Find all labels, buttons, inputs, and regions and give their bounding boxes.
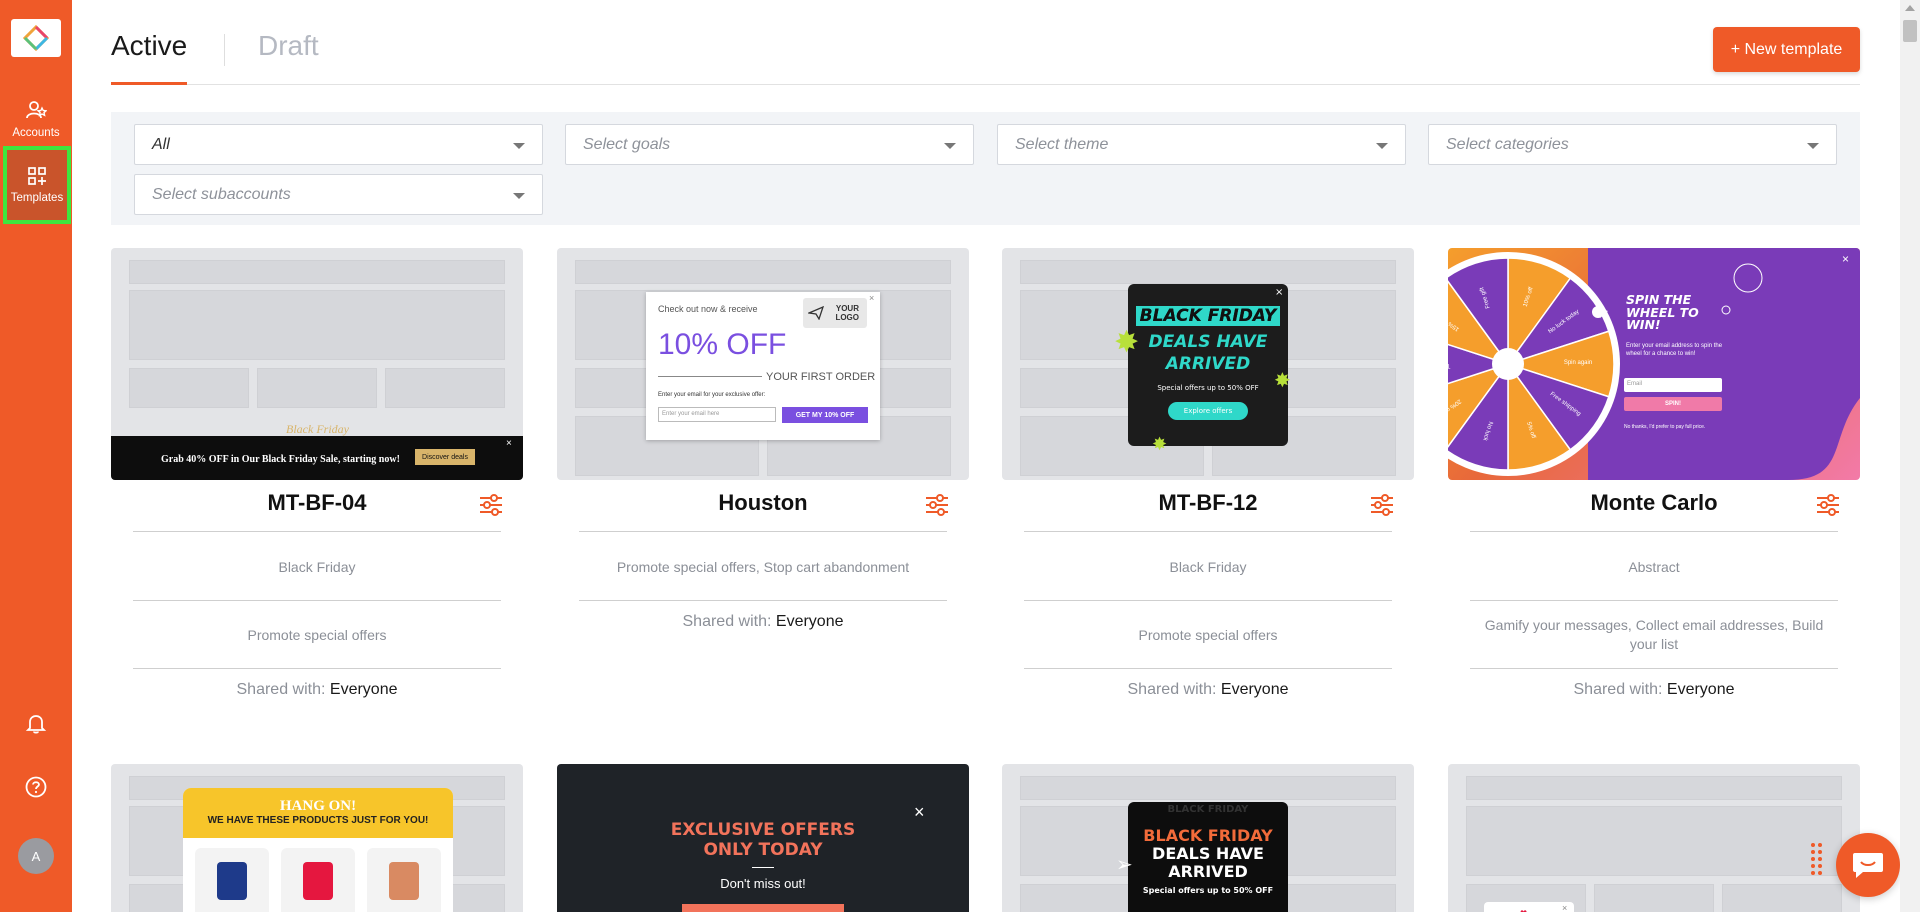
sidebar-item-templates[interactable]: Templates (3, 146, 71, 224)
page-scrollbar[interactable] (1900, 0, 1920, 912)
templates-icon (28, 167, 46, 185)
tab-divider (224, 34, 225, 66)
template-preview[interactable]: Check out now & receive YOUR LOGO × 10% … (557, 248, 969, 480)
bf12-popup: BLACK FRIDAY DEALS HAVE ARRIVED Special … (1128, 284, 1288, 446)
shared-with: Shared with: Everyone (682, 613, 844, 630)
chat-button[interactable] (1836, 833, 1900, 897)
hangon-popup: HANG ON! WE HAVE THESE PRODUCTS JUST FOR… (183, 788, 453, 912)
paper-plane-icon: ➢ (1116, 854, 1133, 876)
chevron-down-icon (513, 193, 525, 199)
wheel-headline: SPIN THE WHEEL TO WIN! (1626, 292, 1699, 332)
close-icon: × (869, 293, 875, 303)
theme-select-placeholder: Select theme (1015, 135, 1109, 153)
sidebar-item-label: Accounts (12, 127, 60, 139)
settings-sliders-icon[interactable] (925, 494, 949, 521)
bell-icon (25, 715, 47, 734)
bag-icon (389, 862, 419, 900)
houston-popup: Check out now & receive YOUR LOGO × 10% … (646, 292, 880, 440)
accounts-icon (26, 101, 47, 119)
bag-icon (303, 862, 333, 900)
shared-with: Shared with: Everyone (236, 681, 398, 698)
wheel-slice-label: Spin again (1564, 360, 1592, 366)
close-icon: × (1562, 903, 1568, 912)
wheel-slice-label: Try again (1448, 362, 1450, 368)
help-button[interactable] (0, 775, 72, 799)
bf-cta: Discover deals (415, 449, 475, 465)
sidebar-item-accounts[interactable]: Accounts (0, 82, 72, 156)
shared-with-value: Everyone (1666, 681, 1735, 698)
bf-brand: Black Friday (286, 422, 349, 436)
shared-with-value: Everyone (329, 681, 398, 698)
bag-icon (217, 862, 247, 900)
template-preview[interactable]: EXCLUSIVE OFFERS ONLY TODAY Don't miss o… (557, 764, 969, 912)
sidebar: Accounts Templates A (0, 0, 72, 912)
tab-bar: Active Draft (111, 0, 1860, 85)
goals-select[interactable]: Select goals (565, 124, 974, 165)
new-template-button[interactable]: + New template (1713, 27, 1860, 72)
template-preview[interactable]: ♥ × (1448, 764, 1860, 912)
type-select-value: All (152, 135, 170, 153)
app-logo[interactable] (11, 19, 61, 57)
question-circle-icon (25, 776, 47, 798)
shared-with: Shared with: Everyone (1127, 681, 1289, 698)
template-title: Monte Carlo (1590, 490, 1718, 515)
settings-sliders-icon[interactable] (1370, 494, 1394, 521)
tab-active[interactable]: Active (111, 30, 188, 85)
template-theme: Promote special offers, Stop cart abando… (616, 559, 910, 575)
chevron-down-icon (1376, 143, 1388, 149)
close-icon: × (1275, 287, 1284, 298)
bf-popup-2: BLACK FRIDAY BLACK FRIDAY DEALS HAVE ARR… (1128, 802, 1288, 912)
chevron-down-icon (513, 143, 525, 149)
chevron-down-icon (1807, 143, 1819, 149)
tab-draft[interactable]: Draft (258, 30, 319, 62)
heart-icon: ♥ (1520, 906, 1527, 912)
star-burst-icon: ✸ (1274, 370, 1291, 392)
star-burst-icon: ✸ (1114, 326, 1140, 359)
star-burst-icon: ✸ (1152, 434, 1168, 454)
notifications-button[interactable] (0, 712, 72, 734)
template-goals: Promote special offers (247, 627, 387, 643)
template-preview[interactable]: HANG ON! WE HAVE THESE PRODUCTS JUST FOR… (111, 764, 523, 912)
template-theme: Abstract (1628, 559, 1680, 575)
chat-drag-handle[interactable] (1811, 843, 1825, 877)
settings-sliders-icon[interactable] (1816, 494, 1840, 521)
template-preview[interactable]: BLACK FRIDAY DEALS HAVE ARRIVED Special … (1002, 248, 1414, 480)
type-select[interactable]: All (134, 124, 543, 165)
avatar[interactable]: A (18, 838, 54, 874)
goals-select-placeholder: Select goals (583, 135, 671, 153)
categories-select-placeholder: Select categories (1446, 135, 1569, 153)
shared-with-value: Everyone (775, 613, 844, 630)
bf-banner: Black Friday Grab 40% OFF in Our Black F… (111, 422, 523, 480)
template-theme: Black Friday (1169, 559, 1247, 575)
filters-panel: All Select goals Select theme Select cat… (111, 112, 1860, 225)
scroll-thumb[interactable] (1903, 20, 1917, 42)
categories-select[interactable]: Select categories (1428, 124, 1837, 165)
subaccounts-select-placeholder: Select subaccounts (152, 185, 291, 203)
close-icon: × (914, 802, 925, 822)
close-icon: × (1842, 252, 1850, 266)
template-preview[interactable]: BLACK FRIDAY BLACK FRIDAY DEALS HAVE ARR… (1002, 764, 1414, 912)
template-title: MT-BF-04 (267, 490, 367, 515)
subaccounts-select[interactable]: Select subaccounts (134, 174, 543, 215)
template-title: MT-BF-12 (1158, 490, 1258, 515)
template-goals: Gamify your messages, Collect email addr… (1484, 617, 1824, 652)
template-goals: Promote special offers (1138, 627, 1278, 643)
sidebar-item-label: Templates (10, 192, 64, 204)
theme-select[interactable]: Select theme (997, 124, 1406, 165)
bf-text: Grab 40% OFF in Our Black Friday Sale, s… (161, 454, 400, 465)
logo-icon (23, 25, 49, 51)
chevron-down-icon (944, 143, 956, 149)
shared-with-value: Everyone (1220, 681, 1289, 698)
template-title: Houston (718, 490, 808, 515)
scroll-up-arrow-icon[interactable] (1905, 5, 1915, 11)
template-preview[interactable]: 10% off No luck today Spin again Free shipp… (1448, 248, 1860, 480)
template-theme: Black Friday (278, 559, 356, 575)
settings-sliders-icon[interactable] (479, 494, 503, 521)
close-icon: × (506, 438, 512, 449)
chat-bubble-icon (1853, 853, 1883, 878)
shared-with: Shared with: Everyone (1573, 681, 1735, 698)
template-preview[interactable]: Black Friday Grab 40% OFF in Our Black F… (111, 248, 523, 480)
paper-plane-icon (808, 306, 824, 320)
